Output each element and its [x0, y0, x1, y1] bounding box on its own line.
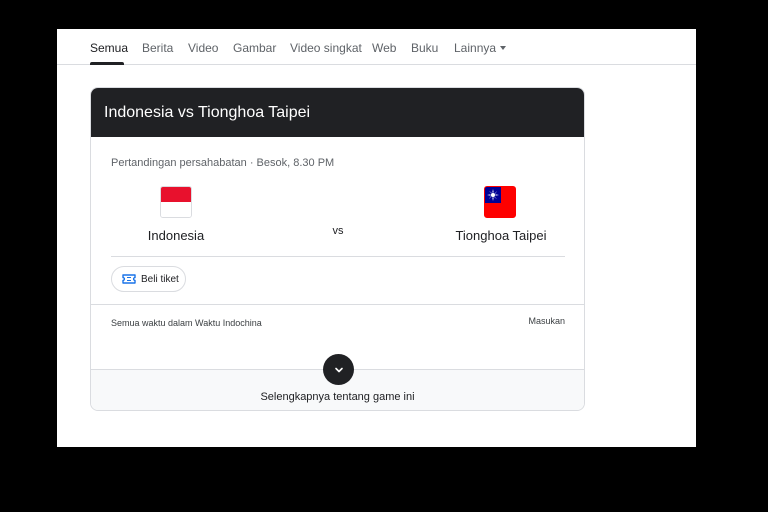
search-results-panel: Semua Berita Video Gambar Video singkat …	[57, 29, 696, 447]
search-tabs: Semua Berita Video Gambar Video singkat …	[57, 29, 696, 65]
ticket-icon	[122, 274, 136, 284]
versus-label: vs	[332, 225, 344, 237]
timezone-note: Semua waktu dalam Waktu Indochina	[111, 318, 262, 328]
active-tab-indicator	[90, 62, 124, 65]
tab-web[interactable]: Web	[372, 41, 396, 55]
tab-lainnya-label: Lainnya	[454, 41, 497, 55]
match-info: Pertandingan persahabatan · Besok, 8.30 …	[111, 157, 335, 169]
match-title: Indonesia vs Tionghoa Taipei	[104, 104, 311, 121]
divider	[91, 304, 584, 305]
divider	[111, 256, 565, 257]
tab-video-singkat[interactable]: Video singkat	[290, 41, 362, 55]
tab-gambar[interactable]: Gambar	[233, 41, 276, 55]
taiwan-flag-icon[interactable]	[484, 186, 516, 218]
buy-ticket-label: Beli tiket	[141, 273, 179, 285]
match-card-header: Indonesia vs Tionghoa Taipei	[91, 88, 584, 137]
match-card: Indonesia vs Tionghoa Taipei Pertandinga…	[90, 87, 585, 411]
tab-berita[interactable]: Berita	[142, 41, 173, 55]
tab-lainnya[interactable]: Lainnya	[454, 41, 507, 55]
tab-semua[interactable]: Semua	[90, 41, 128, 55]
chevron-down-icon	[334, 367, 343, 372]
expand-button[interactable]	[323, 354, 354, 385]
home-team-name[interactable]: Indonesia	[131, 228, 221, 243]
caret-down-icon	[500, 46, 507, 50]
tab-buku[interactable]: Buku	[411, 41, 438, 55]
more-about-game-label: Selengkapnya tentang game ini	[260, 391, 415, 403]
away-team-name[interactable]: Tionghoa Taipei	[441, 228, 561, 243]
indonesia-flag-icon[interactable]	[160, 186, 192, 218]
buy-ticket-button[interactable]: Beli tiket	[111, 266, 186, 292]
feedback-link[interactable]: Masukan	[528, 316, 565, 326]
tab-video[interactable]: Video	[188, 41, 218, 55]
